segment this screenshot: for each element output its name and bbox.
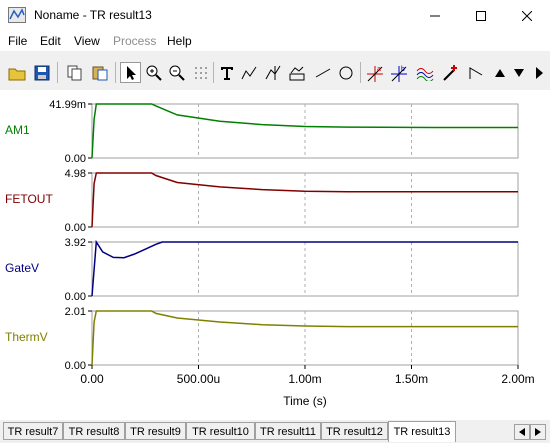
graph-tool-icon (289, 66, 304, 80)
chevron-right-icon (535, 428, 541, 436)
more-button[interactable] (528, 62, 549, 83)
minimize-button[interactable] (412, 0, 458, 31)
cursor-a-button[interactable]: a (364, 62, 385, 83)
window-title: Noname - TR result13 (34, 8, 152, 22)
curve-button[interactable] (414, 62, 435, 83)
arrow-down-icon (513, 68, 524, 77)
waveform-chart: 41.99m 0.00 AM1 4.98 0.00 FETOUT 3.92 0.00 GateV… (5, 99, 535, 408)
y-tick-label-bottom: 0.00 (65, 360, 86, 372)
tab-tr-result11[interactable]: TR result11 (255, 422, 321, 440)
open-button[interactable] (6, 62, 27, 83)
x-tick-label: 1.50m (395, 372, 428, 386)
line-tool-button[interactable] (312, 62, 333, 83)
cursor-a-icon: a (366, 65, 383, 82)
y-tick-label-top: 3.92 (65, 237, 86, 249)
signal-tool-icon (241, 66, 256, 79)
tab-tr-result10[interactable]: TR result10 (186, 422, 255, 440)
toolbar: a b (0, 54, 550, 90)
pointer-tool-button[interactable] (120, 62, 141, 83)
probe-button[interactable] (440, 62, 461, 83)
maximize-icon (476, 10, 486, 21)
copy-button[interactable] (64, 62, 85, 83)
x-tick-label: 2.00m (501, 372, 534, 386)
arrow-up-button[interactable] (489, 62, 510, 83)
tab-tr-result8[interactable]: TR result8 (63, 422, 125, 440)
menu-help[interactable]: Help (167, 34, 192, 48)
curve-icon (416, 67, 433, 81)
y-tick-label-top: 41.99m (49, 99, 86, 111)
chart-area[interactable]: 41.99m 0.00 AM1 4.98 0.00 FETOUT 3.92 0.00 GateV… (0, 90, 550, 420)
x-tick-label: 500.00u (177, 372, 220, 386)
menu-bar: File Edit View Process Help (0, 31, 550, 51)
paste-button[interactable] (89, 62, 110, 83)
zoom-in-icon (146, 65, 162, 81)
result-tabs: TR result7 TR result8 TR result9 TR resu… (0, 421, 550, 443)
arrow-up-icon (494, 68, 505, 77)
grid-dots-icon (194, 66, 207, 79)
y-tick-label-bottom: 0.00 (65, 153, 86, 165)
maximize-button[interactable] (458, 0, 504, 31)
x-tick-label: 0.00 (80, 372, 104, 386)
menu-file[interactable]: File (8, 34, 27, 48)
pointer-icon (126, 65, 136, 80)
app-icon (8, 7, 26, 23)
copy-icon (67, 65, 81, 80)
tab-tr-result13[interactable]: TR result13 (388, 421, 456, 442)
y-tick-label-top: 4.98 (65, 168, 86, 180)
ramp-button[interactable] (465, 62, 486, 83)
circle-tool-button[interactable] (335, 62, 356, 83)
cursor-b-button[interactable]: b (388, 62, 409, 83)
arrow-down-button[interactable] (508, 62, 529, 83)
toolbar-separator (360, 62, 361, 83)
zoom-in-button[interactable] (143, 62, 164, 83)
close-icon (522, 10, 532, 21)
title-bar: Noname - TR result13 (0, 0, 550, 31)
x-tick-label: 1.00m (288, 372, 321, 386)
x-axis-label: Time (s) (283, 394, 327, 408)
open-folder-icon (8, 68, 25, 80)
svg-text:a: a (377, 66, 381, 73)
signal-tool-button[interactable] (238, 62, 259, 83)
save-button[interactable] (31, 62, 52, 83)
zoom-100-button[interactable] (166, 62, 187, 83)
cursor-b-icon: b (390, 65, 407, 82)
y-tick-label-top: 2.01 (65, 306, 86, 318)
tab-tr-result7[interactable]: TR result7 (3, 422, 63, 440)
chevron-left-icon (519, 428, 525, 436)
graph-tool-button[interactable] (286, 62, 307, 83)
y-tick-label-bottom: 0.00 (65, 291, 86, 303)
minimize-icon (430, 15, 440, 16)
series-label: GateV (5, 261, 39, 275)
paste-icon (92, 66, 107, 80)
cursor-tool-icon (265, 65, 280, 80)
circle-tool-icon (339, 66, 352, 79)
tab-tr-result9[interactable]: TR result9 (125, 422, 186, 440)
probe-icon (442, 64, 457, 81)
menu-edit[interactable]: Edit (40, 34, 61, 48)
tab-scroll-left-button[interactable] (514, 424, 530, 440)
grid-button[interactable] (190, 62, 211, 83)
series-label: FETOUT (5, 192, 53, 206)
series-label: AM1 (5, 123, 30, 137)
tab-scroll-right-button[interactable] (530, 424, 546, 440)
y-tick-label-bottom: 0.00 (65, 222, 86, 234)
text-tool-icon (220, 66, 233, 80)
toolbar-separator (57, 62, 58, 83)
zoom-100-icon (169, 65, 185, 81)
menu-process[interactable]: Process (113, 34, 156, 48)
series-label: ThermV (5, 330, 48, 344)
text-tool-button[interactable] (216, 62, 237, 83)
more-icon (535, 66, 543, 79)
cursor-tool-button[interactable] (262, 62, 283, 83)
toolbar-separator (115, 62, 116, 83)
line-tool-icon (315, 68, 330, 77)
close-button[interactable] (504, 0, 550, 31)
save-disk-icon (34, 65, 49, 80)
tab-tr-result12[interactable]: TR result12 (321, 422, 388, 440)
menu-view[interactable]: View (74, 34, 100, 48)
ramp-icon (469, 66, 482, 79)
svg-text:b: b (401, 66, 405, 73)
toolbar-separator (213, 62, 214, 83)
